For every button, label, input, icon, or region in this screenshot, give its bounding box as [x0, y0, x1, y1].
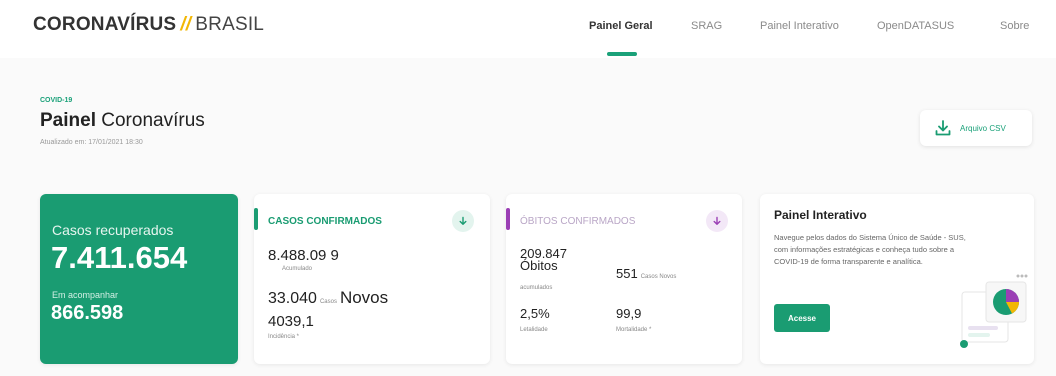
- csv-button-label: Arquivo CSV: [960, 123, 1006, 133]
- deaths-total: 209.847 Óbitos: [520, 246, 567, 273]
- active-nav-indicator: [607, 52, 637, 56]
- confirmed-title: CASOS CONFIRMADOS: [268, 216, 382, 227]
- brand-country: BRASIL: [195, 14, 265, 35]
- access-button[interactable]: Acesse: [774, 304, 830, 332]
- updated-timestamp: Atualizado em: 17/01/2021 18:30: [40, 139, 143, 146]
- mortality-value: 99,9: [616, 306, 642, 321]
- page-title-rest: Coronavírus: [101, 110, 205, 131]
- nav-srag[interactable]: SRAG: [691, 20, 722, 32]
- confirmed-total: 8.488.09 9: [268, 247, 339, 264]
- top-bar: CORONAVÍRUS//BRASIL Painel Geral SRAG Pa…: [0, 0, 1056, 58]
- deaths-new-unit: Casos Novos: [640, 274, 677, 280]
- confirmed-toggle-button[interactable]: [452, 210, 474, 232]
- csv-download-button[interactable]: Arquivo CSV: [920, 110, 1032, 146]
- incidence-label: Incidência *: [268, 334, 300, 340]
- deaths-new: 551 Casos Novos: [616, 266, 676, 281]
- monitoring-value: 866.598: [51, 302, 124, 324]
- confirmed-new-unit: Casos: [319, 299, 337, 305]
- interactive-description: Navegue pelos dados do Sistema Único de …: [774, 233, 966, 266]
- deaths-new-value: 551: [616, 266, 638, 281]
- page-title: Painel Coronavírus: [40, 110, 205, 132]
- mortality-label: Mortalidade *: [616, 327, 652, 333]
- deaths-card: ÓBITOS CONFIRMADOS 209.847 Óbitos acumul…: [506, 194, 742, 364]
- nav-painel-geral[interactable]: Painel Geral: [589, 20, 653, 32]
- confirmed-accent-bar: [254, 208, 258, 230]
- confirmed-total-label: Acumulado: [282, 266, 313, 272]
- interactive-title: Painel Interativo: [774, 208, 867, 222]
- confirmed-new: 33.040 Casos Novos: [268, 288, 388, 308]
- confirmed-new-label: Novos: [339, 288, 389, 307]
- dashboard-illustration: [960, 274, 1028, 348]
- monitoring-label: Em acompanhar: [52, 290, 119, 300]
- download-icon: [935, 120, 951, 136]
- interactive-panel-card: Painel Interativo Navegue pelos dados do…: [760, 194, 1034, 364]
- nav-sobre[interactable]: Sobre: [1000, 20, 1029, 32]
- deaths-title: ÓBITOS CONFIRMADOS: [520, 216, 636, 227]
- lethality-label: Letalidade: [520, 327, 548, 333]
- incidence-value: 4039,1: [268, 313, 314, 330]
- site-logo[interactable]: CORONAVÍRUS//BRASIL: [33, 14, 264, 36]
- deaths-total-label: acumulados: [520, 285, 553, 291]
- nav-painel-interativo[interactable]: Painel Interativo: [760, 20, 839, 32]
- nav-opendatasus[interactable]: OpenDATASUS: [877, 20, 954, 32]
- brand-main: CORONAVÍRUS: [33, 14, 177, 35]
- brand-slash: //: [180, 14, 192, 35]
- arrow-down-icon: [459, 216, 467, 225]
- page-title-bold: Painel: [40, 110, 96, 131]
- arrow-down-icon: [713, 216, 721, 225]
- recovered-card: Casos recuperados 7.411.654 Em acompanha…: [40, 194, 238, 364]
- deaths-accent-bar: [506, 208, 510, 230]
- recovered-label: Casos recuperados: [52, 222, 174, 238]
- confirmed-new-value: 33.040: [268, 290, 317, 307]
- lethality-value: 2,5%: [520, 306, 550, 321]
- page-eyebrow: COVID-19: [40, 97, 73, 104]
- deaths-toggle-button[interactable]: [706, 210, 728, 232]
- confirmed-cases-card: CASOS CONFIRMADOS 8.488.09 9 Acumulado 3…: [254, 194, 490, 364]
- recovered-value: 7.411.654: [51, 240, 188, 275]
